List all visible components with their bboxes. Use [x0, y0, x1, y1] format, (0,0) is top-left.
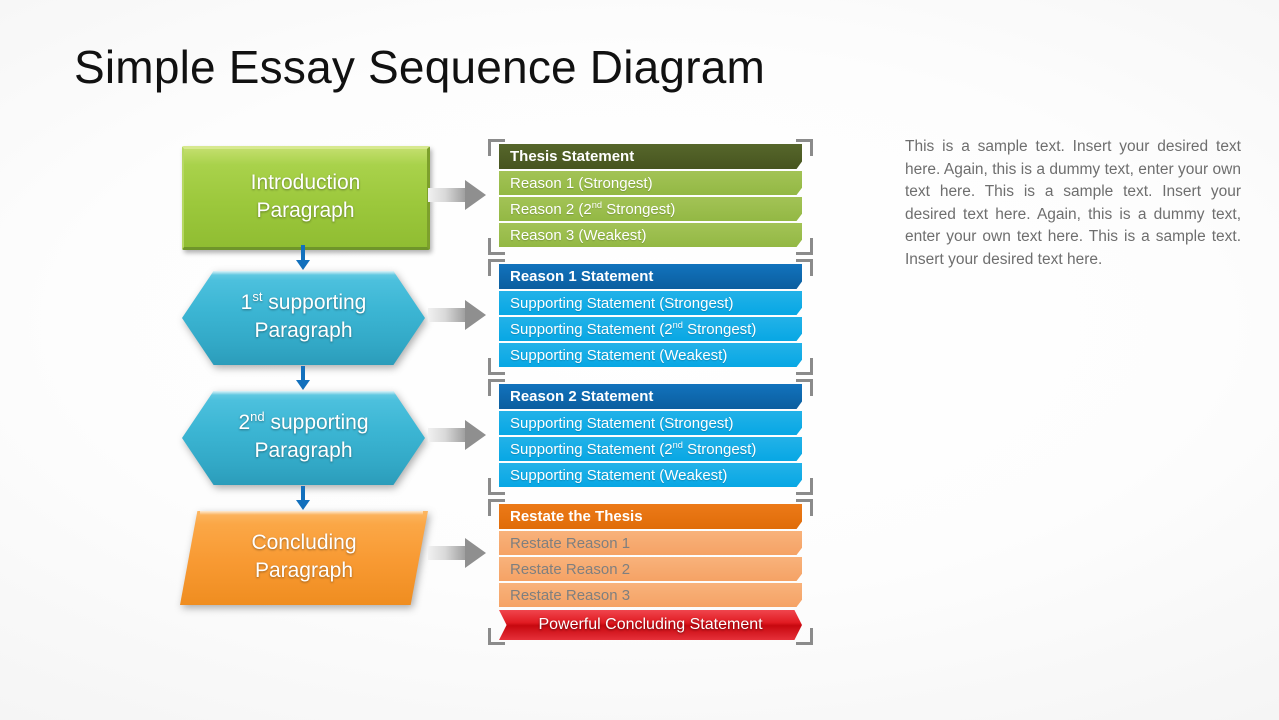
list-item[interactable]: Restate Reason 1 [499, 531, 802, 555]
flow-step-first-supporting[interactable]: 1st supporting Paragraph [182, 271, 425, 365]
list-item-label: Supporting Statement (Weakest) [510, 466, 728, 484]
reason-2-group[interactable]: Reason 2 Statement Supporting Statement … [488, 379, 813, 495]
list-item[interactable]: Supporting Statement (Weakest) [499, 343, 802, 367]
page-title: Simple Essay Sequence Diagram [74, 41, 766, 93]
list-item[interactable]: Reason 3 (Weakest) [499, 223, 802, 247]
reason-1-group[interactable]: Reason 1 Statement Supporting Statement … [488, 259, 813, 375]
arrow-body [428, 546, 466, 560]
list-item[interactable]: Supporting Statement (2nd Strongest) [499, 437, 802, 461]
gray-arrow-icon-3 [428, 420, 486, 450]
concluding-statement-banner[interactable]: Powerful Concluding Statement [499, 610, 802, 640]
group-header[interactable]: Reason 1 Statement [499, 264, 802, 289]
list-item[interactable]: Supporting Statement (Strongest) [499, 291, 802, 315]
arrow-body [428, 188, 466, 202]
description-paragraph: This is a sample text. Insert your desir… [905, 138, 1241, 268]
connector-arrow-head [296, 500, 310, 510]
list-item-label: Reason 3 (Weakest) [510, 226, 647, 244]
list-item-label: Supporting Statement (Strongest) [510, 414, 734, 432]
list-item-label: Supporting Statement (2nd Strongest) [510, 319, 757, 338]
group-header-label: Reason 1 Statement [510, 268, 654, 285]
group-header-label: Thesis Statement [510, 148, 635, 165]
flow-step-introduction-label: Introduction Paragraph [250, 171, 361, 222]
connector-arrow-2 [296, 366, 310, 390]
group-rows: Restate the Thesis Restate Reason 1 Rest… [499, 504, 802, 640]
connector-arrow-1 [296, 245, 310, 270]
thesis-group[interactable]: Thesis Statement Reason 1 (Strongest) Re… [488, 139, 813, 255]
list-item[interactable]: Reason 2 (2nd Strongest) [499, 197, 802, 221]
arrow-tip [465, 180, 486, 210]
connector-arrow-head [296, 260, 310, 270]
list-item[interactable]: Reason 1 (Strongest) [499, 171, 802, 195]
arrow-body [428, 428, 466, 442]
group-header[interactable]: Reason 2 Statement [499, 384, 802, 409]
group-rows: Reason 1 Statement Supporting Statement … [499, 264, 802, 369]
list-item[interactable]: Supporting Statement (Strongest) [499, 411, 802, 435]
concluding-statement-label: Powerful Concluding Statement [538, 616, 763, 633]
list-item[interactable]: Supporting Statement (Weakest) [499, 463, 802, 487]
arrow-body [428, 308, 466, 322]
connector-arrow-stem [301, 245, 305, 261]
group-rows: Reason 2 Statement Supporting Statement … [499, 384, 802, 489]
list-item[interactable]: Restate Reason 3 [499, 583, 802, 607]
slide-canvas: Simple Essay Sequence Diagram Introducti… [0, 0, 1279, 720]
list-item-label: Reason 1 (Strongest) [510, 174, 653, 192]
group-rows: Thesis Statement Reason 1 (Strongest) Re… [499, 144, 802, 249]
list-item-label: Restate Reason 2 [510, 560, 631, 578]
arrow-tip [465, 300, 486, 330]
gray-arrow-icon-2 [428, 300, 486, 330]
flow-step-second-supporting-label: 2nd supporting Paragraph [238, 409, 369, 462]
list-item-label: Supporting Statement (Weakest) [510, 346, 728, 364]
connector-arrow-stem [301, 486, 305, 501]
arrow-tip [465, 538, 486, 568]
flow-step-first-supporting-label: 1st supporting Paragraph [240, 289, 367, 342]
list-item[interactable]: Supporting Statement (2nd Strongest) [499, 317, 802, 341]
group-header-label: Reason 2 Statement [510, 388, 654, 405]
flow-step-introduction[interactable]: Introduction Paragraph [182, 146, 430, 250]
conclusion-group[interactable]: Restate the Thesis Restate Reason 1 Rest… [488, 499, 813, 645]
gray-arrow-icon-4 [428, 538, 486, 568]
connector-arrow-3 [296, 486, 310, 510]
list-item-label: Supporting Statement (Strongest) [510, 294, 734, 312]
list-item-label: Supporting Statement (2nd Strongest) [510, 439, 757, 458]
arrow-tip [465, 420, 486, 450]
list-item-label: Restate Reason 1 [510, 534, 631, 552]
connector-arrow-stem [301, 366, 305, 381]
connector-arrow-head [296, 380, 310, 390]
group-header-label: Restate the Thesis [510, 508, 643, 525]
group-header[interactable]: Restate the Thesis [499, 504, 802, 529]
group-header[interactable]: Thesis Statement [499, 144, 802, 169]
flow-step-second-supporting[interactable]: 2nd supporting Paragraph [182, 391, 425, 485]
flow-step-concluding-label: Concluding Paragraph [251, 531, 357, 582]
flow-step-concluding[interactable]: Concluding Paragraph [180, 511, 428, 605]
list-item-label: Reason 2 (2nd Strongest) [510, 199, 676, 218]
list-item[interactable]: Restate Reason 2 [499, 557, 802, 581]
gray-arrow-icon-1 [428, 180, 486, 210]
list-item-label: Restate Reason 3 [510, 586, 631, 604]
